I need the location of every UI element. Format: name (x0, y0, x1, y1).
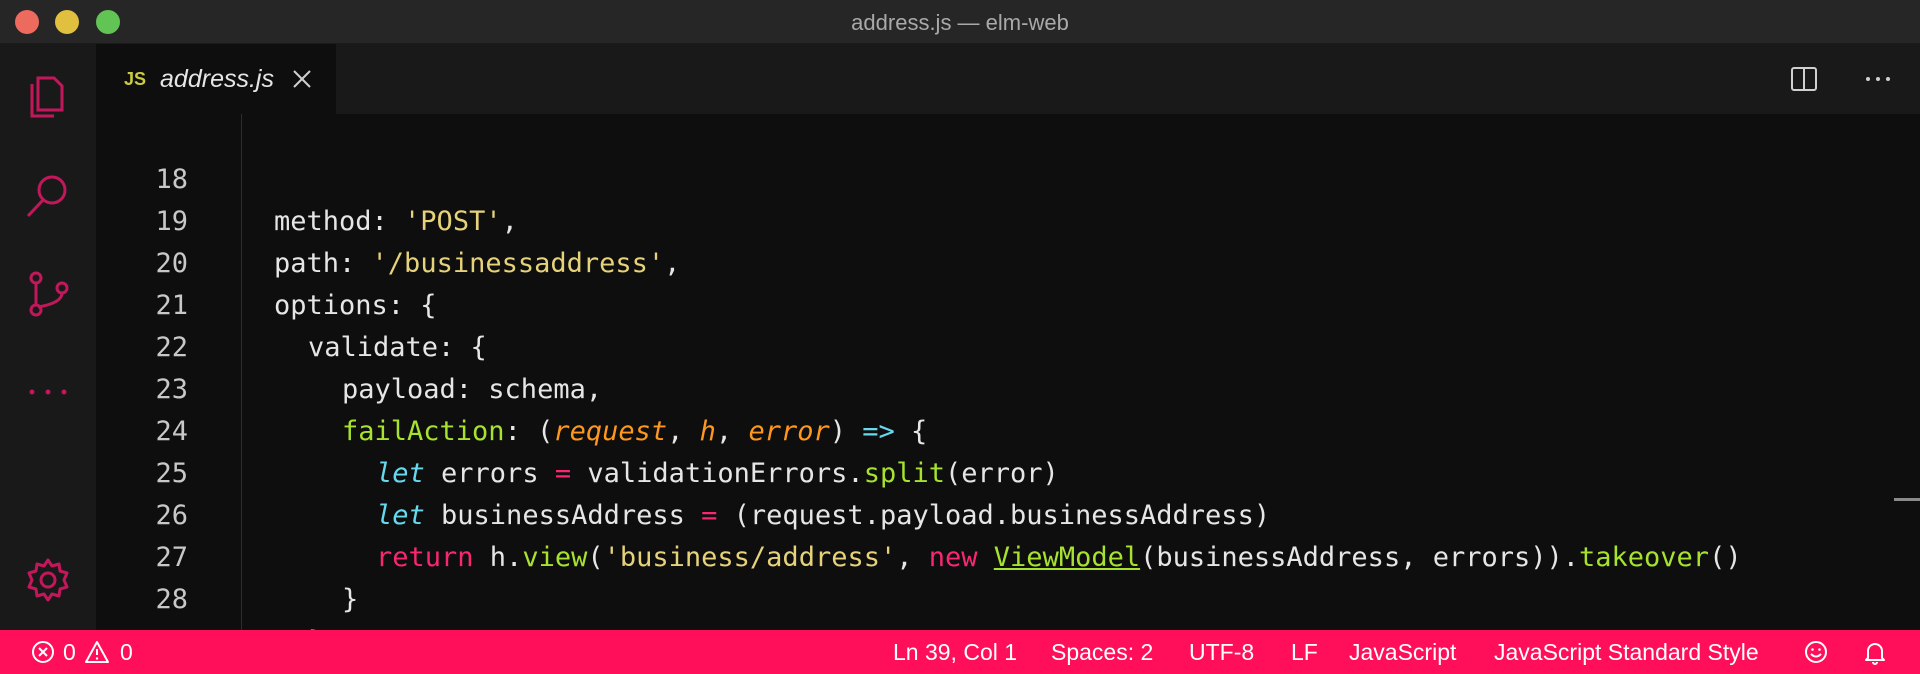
code-line: 22 payload: schema, (96, 285, 1920, 405)
error-count[interactable]: 0 (63, 638, 76, 666)
code-line: 28 }, (96, 537, 1920, 630)
warning-icon[interactable] (84, 639, 110, 665)
code-line: 26 return h.view('business/address', new… (96, 453, 1920, 573)
activity-bar (0, 44, 96, 630)
window-title: address.js — elm-web (851, 10, 1069, 35)
error-icon[interactable] (30, 639, 56, 665)
files-icon[interactable] (22, 70, 74, 122)
cursor-position[interactable]: Ln 39, Col 1 (893, 638, 1017, 666)
code-line: 21 validate: { (96, 243, 1920, 363)
code-line: 27 } (96, 495, 1920, 615)
close-tab-icon[interactable] (292, 69, 312, 89)
code-editor[interactable]: 18 method: 'POST', 19 path: '/businessad… (96, 114, 1920, 630)
indentation[interactable]: Spaces: 2 (1051, 638, 1153, 666)
code-line: 29 handler: async (request, h) => { (96, 579, 1920, 630)
feedback-smiley-icon[interactable] (1803, 639, 1829, 665)
code-line: 25 let businessAddress = (request.payloa… (96, 411, 1920, 531)
line-number: 29 (96, 621, 188, 630)
code-line: 19 path: '/businessaddress', (96, 159, 1920, 279)
source-control-icon[interactable] (22, 268, 74, 320)
encoding[interactable]: UTF-8 (1189, 638, 1254, 666)
tab-label: address.js (160, 64, 274, 93)
code-line: 23 failAction: (request, h, error) => { (96, 327, 1920, 447)
code-line: 24 let errors = validationErrors.split(e… (96, 369, 1920, 489)
status-bar: 0 0 Ln 39, Col 1 Spaces: 2 UTF-8 LF Java… (0, 630, 1920, 674)
title-bar: address.js — elm-web (0, 0, 1920, 44)
javascript-file-icon: JS (124, 68, 147, 89)
code-line: 18 method: 'POST', (96, 117, 1920, 237)
more-views-icon[interactable] (22, 366, 74, 418)
warning-count[interactable]: 0 (120, 638, 133, 666)
tab-bar: JS address.js (96, 44, 1920, 114)
code-line: 20 options: { (96, 201, 1920, 321)
notifications-bell-icon[interactable] (1862, 639, 1888, 665)
tab-address-js[interactable]: JS address.js (96, 44, 336, 114)
search-icon[interactable] (22, 170, 74, 222)
overview-ruler-marker[interactable] (1894, 498, 1920, 501)
settings-gear-icon[interactable] (22, 554, 74, 606)
more-actions-icon[interactable] (1863, 67, 1893, 91)
end-of-line[interactable]: LF (1291, 638, 1318, 666)
split-editor-icon[interactable] (1790, 65, 1818, 93)
linter-status[interactable]: JavaScript Standard Style (1494, 638, 1759, 666)
language-mode[interactable]: JavaScript (1349, 638, 1456, 666)
